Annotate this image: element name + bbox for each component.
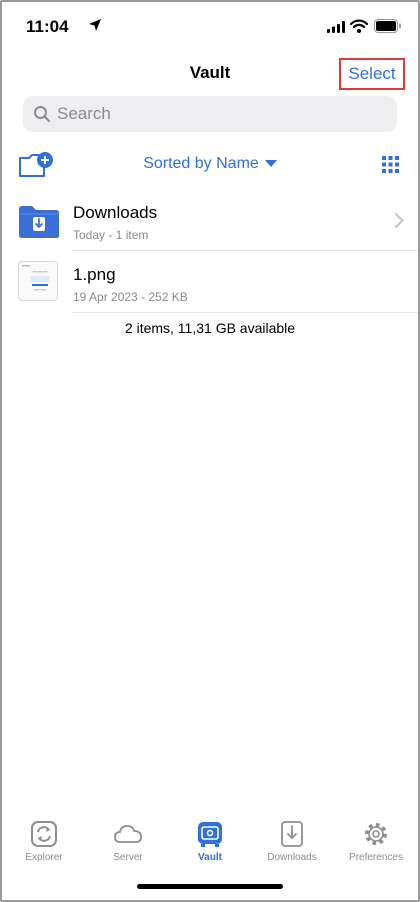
- item-name: Downloads: [73, 203, 158, 222]
- select-button[interactable]: Select: [339, 58, 405, 90]
- tab-explorer[interactable]: Explorer: [2, 812, 86, 872]
- download-icon: [281, 821, 303, 847]
- gear-icon: [365, 823, 387, 845]
- divider: [72, 250, 420, 251]
- folder-download-icon: [19, 206, 59, 238]
- vault-icon: [198, 822, 222, 847]
- tab-bar: Explorer Server Vault Downloads Preferen…: [0, 812, 420, 872]
- tab-server[interactable]: Server: [86, 812, 170, 872]
- cloud-icon: [114, 825, 142, 843]
- status-bar: 11:04: [0, 0, 420, 50]
- caret-down-icon: [264, 160, 277, 168]
- tab-preferences[interactable]: Preferences: [334, 812, 418, 872]
- explorer-icon: [31, 821, 57, 847]
- search-placeholder: Search: [57, 104, 111, 123]
- home-indicator: [137, 884, 283, 889]
- location-arrow-icon: [89, 19, 101, 31]
- cellular-signal-icon: [327, 21, 345, 33]
- tab-label: Explorer: [25, 852, 63, 863]
- storage-summary: 2 items, 11,31 GB available: [124, 320, 296, 336]
- tab-label: Downloads: [267, 852, 317, 863]
- sort-control[interactable]: Sorted by Name: [0, 155, 420, 173]
- item-subtitle: Today - 1 item: [73, 228, 149, 242]
- item-subtitle: 19 Apr 2023 - 252 KB: [73, 290, 188, 304]
- tab-label: Vault: [198, 852, 222, 863]
- list-item-1-png[interactable]: 1.png 19 Apr 2023 - 252 KB: [0, 252, 420, 312]
- chevron-right-icon: [395, 213, 404, 228]
- item-name: 1.png: [73, 265, 116, 284]
- battery-icon: [374, 19, 401, 33]
- status-time: 11:04: [26, 17, 69, 36]
- search-input[interactable]: Search: [23, 96, 397, 132]
- tab-downloads[interactable]: Downloads: [250, 812, 334, 872]
- grid-view-icon[interactable]: [382, 156, 399, 173]
- sort-label: Sorted by Name: [143, 155, 259, 172]
- tab-label: Preferences: [349, 852, 403, 863]
- list-item-downloads[interactable]: Downloads Today - 1 item: [0, 190, 420, 250]
- tab-label: Server: [113, 852, 143, 863]
- wifi-icon: [350, 19, 368, 33]
- tab-vault[interactable]: Vault: [168, 812, 252, 872]
- divider: [72, 312, 420, 313]
- search-icon: [34, 106, 50, 122]
- image-thumbnail-icon: [18, 261, 58, 301]
- device-frame: [0, 0, 420, 902]
